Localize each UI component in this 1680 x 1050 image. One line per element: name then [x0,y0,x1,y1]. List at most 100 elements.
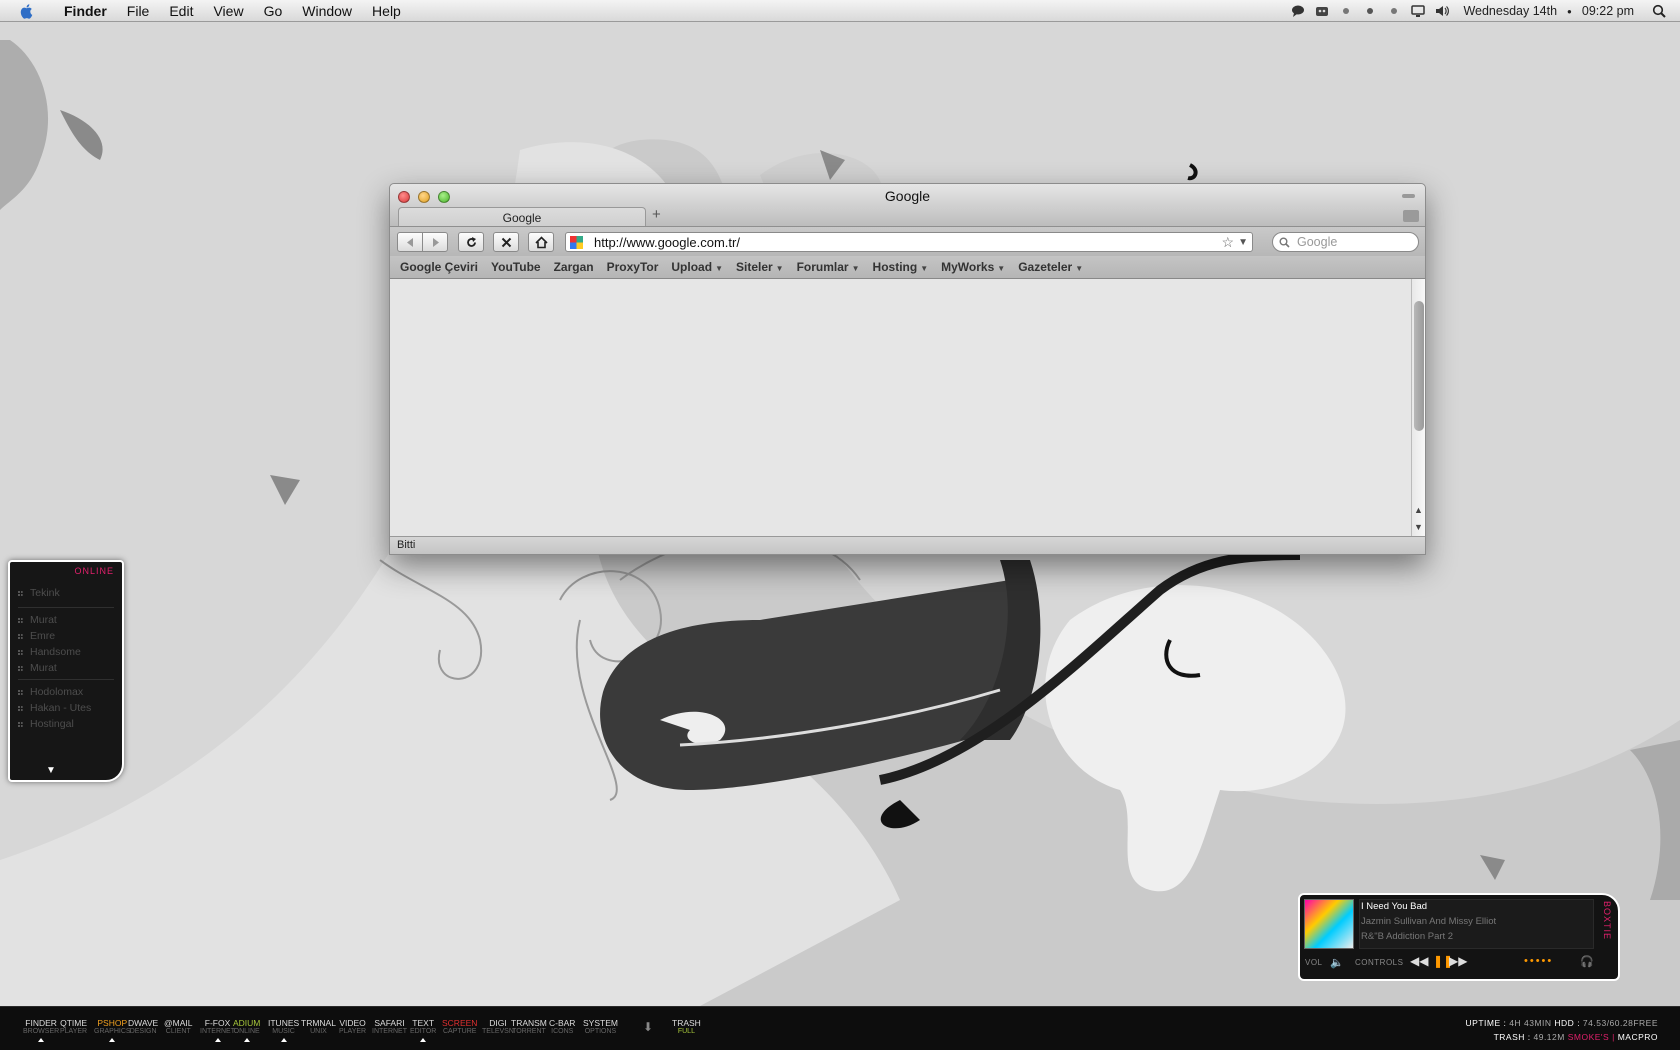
bookmark-item[interactable]: Upload ▼ [671,260,723,274]
page-content[interactable]: ▲ ▼ [390,279,1425,541]
menu-window[interactable]: Window [292,0,362,22]
menu-view[interactable]: View [203,0,253,22]
window-title: Google [884,188,931,204]
buddy-list-item[interactable]: Murat [18,614,57,626]
volume-icon[interactable] [1435,4,1450,18]
dock-download-arrow-icon[interactable]: ⬇ [643,1020,653,1034]
headphones-icon[interactable]: 🎧 [1580,955,1594,968]
bookmark-item[interactable]: Google Çeviri [400,260,478,274]
tab-list-button[interactable] [1403,210,1419,222]
buddy-list-item[interactable]: Hostingal [18,718,74,730]
buddy-name: Handsome [30,646,81,658]
dock-item-title: FINDER [25,1018,57,1028]
menu-clock-date[interactable]: Wednesday 14th [1463,4,1557,18]
next-track-icon[interactable]: ▶▶ [1449,954,1467,968]
menu-app-finder[interactable]: Finder [54,0,117,22]
dock-item-system[interactable]: SYSTEM OPTIONS [583,1018,618,1036]
bookmark-item[interactable]: MyWorks ▼ [941,260,1005,274]
running-indicator-icon [280,1038,287,1042]
bookmark-item[interactable]: Siteler ▼ [736,260,784,274]
bookmark-item[interactable]: Gazeteler ▼ [1018,260,1083,274]
buddy-expand-arrow-icon[interactable]: ▼ [46,765,56,776]
dock-item-dwave[interactable]: DWAVE DESIGN [128,1018,158,1036]
bookmark-item[interactable]: Zargan [554,260,594,274]
menu-help[interactable]: Help [362,0,411,22]
song-title: I Need You Bad [1361,901,1428,912]
window-titlebar[interactable]: Google Google + [390,184,1425,227]
new-tab-button[interactable]: + [652,206,661,223]
status-dot-icon-3[interactable] [1387,4,1401,18]
owner-label: SMOKE'S [1567,1032,1610,1042]
dock-item-f-fox[interactable]: F-FOX INTERNET [200,1018,235,1042]
search-box[interactable] [1272,232,1419,252]
search-input[interactable] [1297,234,1407,250]
previous-track-icon[interactable]: ◀◀ [1410,954,1428,968]
dock-item-finder[interactable]: FINDER BROWSER [23,1018,59,1042]
dock-item-title: TRANSM [511,1018,547,1028]
back-button[interactable] [397,232,423,252]
volume-label: VOL [1305,958,1323,967]
menu-file[interactable]: File [117,0,160,22]
dock-item-qtime[interactable]: QTIME PLAYER [60,1018,87,1036]
buddy-list-item[interactable]: Handsome [18,646,81,658]
dock-item-title: ITUNES [268,1018,300,1028]
bookmark-star-icon[interactable]: ☆ [1221,233,1234,251]
back-arrow-icon [406,237,413,247]
buddy-list-item[interactable]: Emre [18,630,55,642]
bookmark-label: ProxyTor [606,260,659,274]
bookmark-item[interactable]: Hosting ▼ [873,260,929,274]
dock-item-trmnal[interactable]: TRMNAL UNIX [301,1018,336,1036]
buddy-name: Emre [30,630,56,642]
bookmark-item[interactable]: ProxyTor [607,260,659,274]
apple-menu-icon[interactable] [18,2,36,20]
buddy-list-item[interactable]: Murat [18,662,57,674]
dock-item-safari[interactable]: SAFARI INTERNET [372,1018,407,1036]
volume-level-dots[interactable]: ••••• [1524,955,1553,967]
menu-edit[interactable]: Edit [159,0,203,22]
display-icon[interactable] [1411,4,1426,18]
dock-item-transm[interactable]: TRANSM TORRENT [511,1018,547,1036]
spotlight-search-icon[interactable] [1652,4,1666,18]
chat-bubble-icon[interactable] [1291,4,1305,18]
scrollbar-thumb[interactable] [1414,301,1424,431]
dock-item-itunes[interactable]: ITUNES MUSIC [268,1018,299,1042]
buddy-list-item[interactable]: Hakan - Utes [18,702,91,714]
buddy-list-item[interactable]: Tekink [18,587,60,599]
stop-button[interactable] [493,232,519,252]
address-bar[interactable]: http://www.google.com.tr/ ☆ ▼ [565,232,1253,252]
bookmark-item[interactable]: Forumlar ▼ [797,260,860,274]
dock-item-digi[interactable]: DIGI TELEVSN [482,1018,514,1036]
volume-icon[interactable]: 🔈 [1330,956,1344,969]
menu-go[interactable]: Go [254,0,293,22]
buddy-name: Murat [30,614,57,626]
dock-item-c-bar[interactable]: C-BAR ICONS [549,1018,575,1036]
tab-google[interactable]: Google [398,207,646,227]
url-text[interactable]: http://www.google.com.tr/ [594,234,740,252]
dock-item-adium[interactable]: ADIUM ONLINE [233,1018,260,1042]
status-dot-icon-2[interactable] [1363,4,1377,18]
buddy-list-item[interactable]: Hodolomax [18,686,83,698]
dock-item-mail[interactable]: @MAIL CLIENT [164,1018,192,1036]
forward-button[interactable] [422,232,448,252]
bookmark-item[interactable]: YouTube [491,260,541,274]
dock-item-subtitle: PLAYER [60,1028,88,1035]
status-dot-icon-1[interactable] [1339,4,1353,18]
url-history-dropdown-icon[interactable]: ▼ [1238,233,1248,253]
dock-item-pshop[interactable]: PSHOP GRAPHICS [94,1018,131,1042]
vertical-scrollbar[interactable]: ▲ ▼ [1411,279,1425,541]
growl-icon[interactable] [1315,4,1329,18]
song-artist: Jazmin Sullivan And Missy Elliot [1361,916,1497,927]
toolbar-toggle-button[interactable] [1402,194,1415,198]
dock-item-trash[interactable]: TRASH FULL [672,1018,701,1036]
dock-item-title: DIGI [489,1018,507,1028]
dock-item-text[interactable]: TEXT EDITOR [410,1018,436,1042]
home-button[interactable] [528,232,554,252]
dock-item-screen[interactable]: SCREEN CAPTURE [442,1018,477,1036]
bookmark-label: MyWorks [941,260,995,274]
menu-clock-time[interactable]: 09:22 pm [1582,4,1634,18]
dock-item-title: C-BAR [549,1018,576,1028]
scroll-down-arrow-icon[interactable]: ▼ [1414,522,1423,532]
dock-item-video[interactable]: VIDEO PLAYER [339,1018,366,1036]
scroll-up-arrow-icon[interactable]: ▲ [1414,505,1423,515]
reload-button[interactable] [458,232,484,252]
